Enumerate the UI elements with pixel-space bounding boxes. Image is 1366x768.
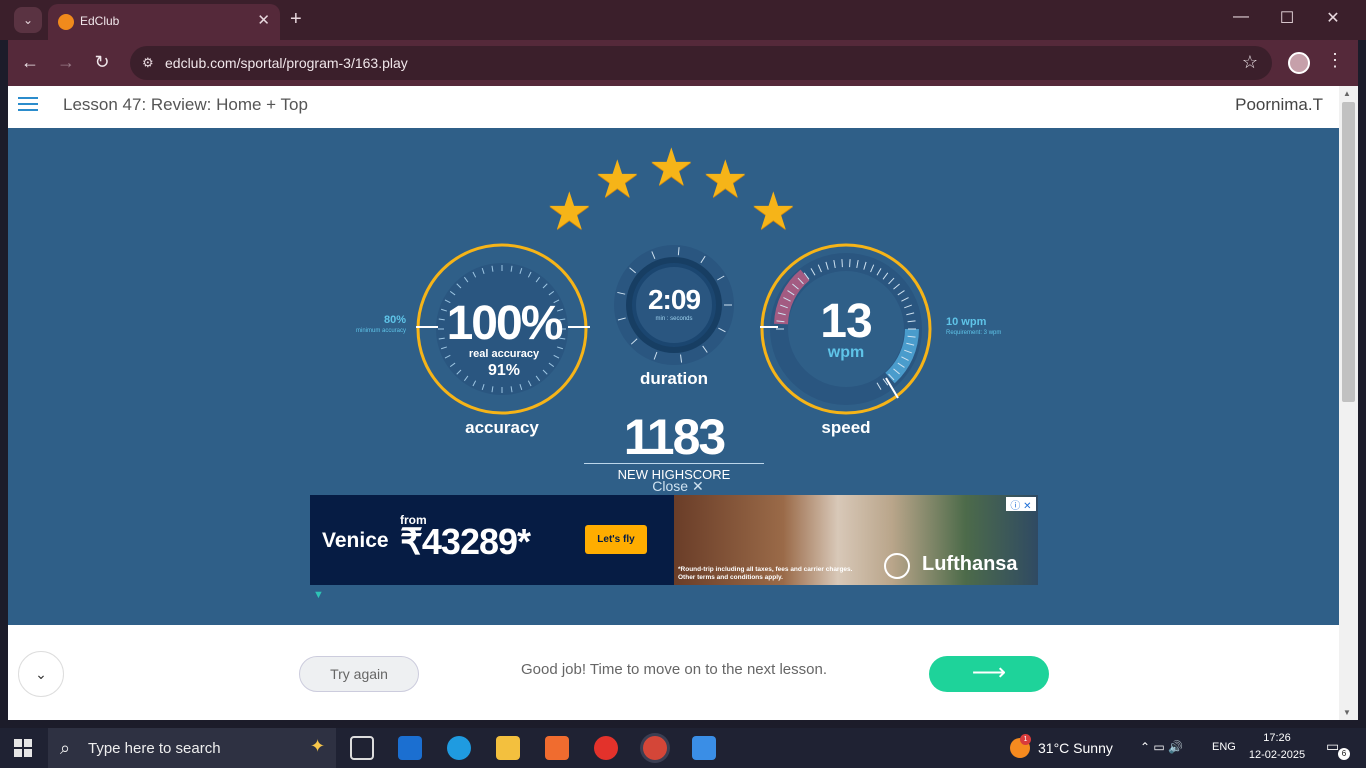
browser-menu-icon[interactable]: ⋮	[1326, 50, 1344, 71]
collapse-chevron-icon[interactable]: ⌄	[18, 651, 64, 697]
ad-fine-print-line: *Round-trip including all taxes, fees an…	[678, 566, 853, 573]
duration-label: duration	[640, 369, 708, 388]
real-accuracy-label: real accuracy	[468, 348, 540, 360]
browser-tab[interactable]: EdClub ✕	[48, 4, 280, 40]
window-maximize-icon[interactable]: ☐	[1272, 8, 1302, 28]
tab-search-button[interactable]: ⌄	[14, 7, 42, 33]
address-bar[interactable]: ⚙ edclub.com/sportal/program-3/163.play …	[130, 46, 1272, 80]
gauge-tick	[677, 247, 680, 256]
edge-icon[interactable]	[447, 736, 471, 760]
lufthansa-logo-icon	[884, 553, 910, 579]
ad-choices-icon[interactable]: ⓘ ✕	[1006, 497, 1036, 512]
accuracy-label: accuracy	[465, 418, 539, 437]
try-again-button[interactable]: Try again	[299, 656, 419, 692]
duration-unit-label: min : seconds	[655, 316, 693, 322]
lesson-results-page: Lesson 47: Review: Home + Top Poornima.T…	[8, 86, 1339, 720]
ad-cta-button[interactable]: Let's fly	[585, 525, 647, 554]
speed-unit: wpm	[827, 344, 865, 361]
new-tab-icon[interactable]: +	[290, 8, 302, 31]
windows-start-icon[interactable]	[14, 739, 32, 757]
clock-time[interactable]: 17:26	[1248, 732, 1306, 744]
ad-city: Venice	[322, 529, 389, 552]
ad-banner[interactable]: Venice from ₹43289* Let's fly *Round-tri…	[310, 495, 1038, 585]
bookmark-star-icon[interactable]: ☆	[1242, 52, 1258, 73]
browser-tab-bar: ⌄ EdClub ✕ + — ☐ ✕	[0, 0, 1366, 40]
ad-fine-print-line: Other terms and conditions apply.	[678, 574, 783, 581]
ad-brand: Lufthansa	[922, 553, 1018, 575]
clock-date[interactable]: 12-02-2025	[1248, 749, 1306, 761]
accuracy-value: 100%	[446, 297, 564, 350]
accuracy-minimum-label: minimum accuracy	[355, 328, 406, 334]
system-tray-icons[interactable]: ⌃ ▭ 🔊	[1140, 740, 1183, 754]
window-close-icon[interactable]: ✕	[1318, 8, 1348, 28]
tab-close-icon[interactable]: ✕	[257, 11, 270, 29]
score-divider	[584, 463, 764, 464]
tab-title: EdClub	[80, 14, 120, 28]
site-info-icon[interactable]: ⚙	[142, 55, 158, 71]
taskbar-search[interactable]: ⌕ Type here to search ✦	[48, 728, 336, 768]
speed-requirement-label: Requirement: 3 wpm	[946, 330, 1002, 336]
score-value: 1183	[623, 409, 726, 465]
ad-marker-icon: ▼	[313, 589, 324, 601]
real-accuracy-value: 91%	[487, 362, 521, 379]
ad-fine-print: *Round-trip including all taxes, fees an…	[678, 566, 878, 582]
opera-icon[interactable]	[594, 736, 618, 760]
speed-value: 13	[820, 295, 872, 348]
edclub-favicon-icon	[58, 14, 74, 30]
scroll-down-icon[interactable]: ▼	[1343, 708, 1351, 717]
speed-label: speed	[821, 418, 871, 437]
scroll-up-icon[interactable]: ▲	[1343, 89, 1351, 98]
scroll-thumb[interactable]	[1342, 102, 1355, 402]
photos-icon[interactable]	[692, 736, 716, 760]
notification-count: 6	[1338, 748, 1350, 760]
page-scrollbar[interactable]: ▲ ▼	[1339, 86, 1358, 720]
speed-requirement-value: 10 wpm	[946, 316, 987, 328]
ad-close-button[interactable]: Close ✕	[638, 478, 718, 495]
windows-taskbar: ⌕ Type here to search ✦ 1 31°C Sunny ⌃ ▭…	[0, 728, 1366, 768]
back-icon[interactable]: ←	[18, 52, 42, 73]
file-explorer-icon[interactable]	[496, 736, 520, 760]
weather-badge: 1	[1020, 734, 1031, 745]
forward-icon[interactable]: →	[54, 52, 78, 73]
search-placeholder: Type here to search	[88, 740, 221, 757]
search-icon: ⌕	[60, 738, 71, 758]
url-text[interactable]: edclub.com/sportal/program-3/163.play	[165, 55, 408, 71]
outlook-icon[interactable]	[398, 736, 422, 760]
lesson-action-bar: ⌄ Try again Good job! Time to move on to…	[8, 625, 1339, 720]
chrome-icon[interactable]	[643, 736, 667, 760]
language-indicator[interactable]: ENG	[1212, 741, 1236, 753]
reload-icon[interactable]: ↻	[90, 52, 114, 73]
ad-price: ₹43289*	[400, 521, 531, 562]
next-lesson-button[interactable]: ⟶	[929, 656, 1049, 692]
duration-value: 2:09	[647, 284, 701, 315]
profile-avatar[interactable]	[1288, 52, 1310, 74]
weather-text[interactable]: 31°C Sunny	[1038, 740, 1113, 756]
search-highlight-icon: ✦	[310, 736, 326, 756]
result-message: Good job! Time to move on to the next le…	[520, 661, 827, 678]
window-minimize-icon[interactable]: —	[1226, 8, 1256, 26]
task-view-icon[interactable]	[350, 736, 374, 760]
browser-toolbar: ← → ↻ ⚙ edclub.com/sportal/program-3/163…	[8, 40, 1358, 86]
accuracy-minimum-value: 80%	[383, 314, 406, 326]
microsoft-store-icon[interactable]	[545, 736, 569, 760]
